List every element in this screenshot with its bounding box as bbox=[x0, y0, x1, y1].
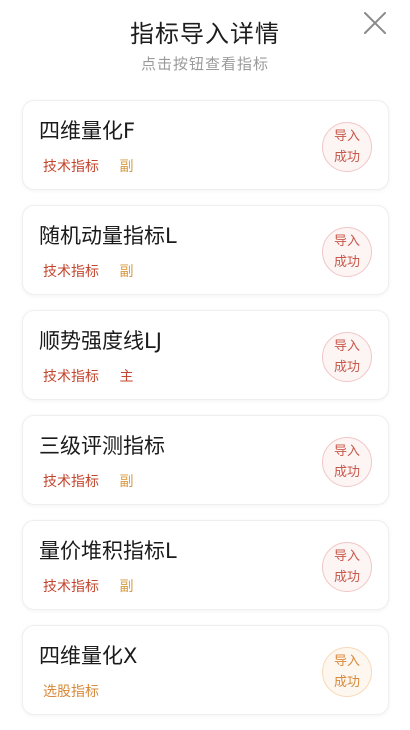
status-line-1: 导入 bbox=[333, 129, 360, 144]
indicator-type-tag: 技术指标 bbox=[43, 264, 99, 280]
indicator-list: 四维量化F 技术指标 副 导入 成功 随机动量指标L 技术指标 副 导入 成功 … bbox=[22, 100, 389, 730]
import-success-button[interactable]: 导入 成功 bbox=[322, 647, 372, 697]
indicator-type-tag: 技术指标 bbox=[43, 474, 99, 490]
indicator-card[interactable]: 随机动量指标L 技术指标 副 导入 成功 bbox=[22, 205, 389, 295]
indicator-type-tag: 技术指标 bbox=[43, 159, 99, 175]
status-line-1: 导入 bbox=[333, 339, 360, 354]
import-success-button[interactable]: 导入 成功 bbox=[322, 542, 372, 592]
page-title: 指标导入详情 bbox=[130, 20, 280, 48]
indicator-role-tag: 主 bbox=[119, 369, 134, 385]
indicator-card[interactable]: 四维量化F 技术指标 副 导入 成功 bbox=[22, 100, 389, 190]
indicator-card[interactable]: 四维量化X 选股指标 导入 成功 bbox=[22, 625, 389, 715]
status-line-1: 导入 bbox=[333, 654, 360, 669]
import-success-button[interactable]: 导入 成功 bbox=[322, 437, 372, 487]
indicator-tags: 技术指标 副 bbox=[43, 156, 133, 176]
import-success-button[interactable]: 导入 成功 bbox=[322, 227, 372, 277]
status-line-1: 导入 bbox=[333, 549, 360, 564]
indicator-role-tag: 副 bbox=[119, 159, 134, 175]
status-line-1: 导入 bbox=[333, 234, 360, 249]
indicator-card[interactable]: 量价堆积指标L 技术指标 副 导入 成功 bbox=[22, 520, 389, 610]
status-line-2: 成功 bbox=[333, 465, 360, 480]
indicator-card[interactable]: 顺势强度线LJ 技术指标 主 导入 成功 bbox=[22, 310, 389, 400]
indicator-name: 量价堆积指标L bbox=[39, 539, 177, 563]
status-line-2: 成功 bbox=[333, 150, 360, 165]
indicator-tags: 技术指标 主 bbox=[43, 366, 133, 386]
indicator-role-tag: 副 bbox=[119, 579, 134, 595]
indicator-role-tag: 副 bbox=[119, 264, 134, 280]
status-line-2: 成功 bbox=[333, 360, 360, 375]
indicator-card[interactable]: 三级评测指标 技术指标 副 导入 成功 bbox=[22, 415, 389, 505]
import-success-button[interactable]: 导入 成功 bbox=[322, 332, 372, 382]
indicator-role-tag: 副 bbox=[119, 474, 134, 490]
indicator-name: 三级评测指标 bbox=[39, 434, 165, 458]
close-button[interactable] bbox=[362, 10, 388, 36]
indicator-tags: 技术指标 副 bbox=[43, 576, 133, 596]
indicator-type-tag: 技术指标 bbox=[43, 369, 99, 385]
indicator-name: 四维量化F bbox=[39, 119, 136, 143]
indicator-tags: 技术指标 副 bbox=[43, 261, 133, 281]
status-line-2: 成功 bbox=[333, 255, 360, 270]
close-icon bbox=[364, 12, 386, 34]
dialog-header: 指标导入详情 点击按钮查看指标 bbox=[0, 0, 410, 90]
indicator-name: 随机动量指标L bbox=[39, 224, 177, 248]
indicator-type-tag: 选股指标 bbox=[43, 684, 99, 700]
page-subtitle: 点击按钮查看指标 bbox=[140, 55, 269, 73]
indicator-name: 顺势强度线LJ bbox=[39, 329, 162, 353]
status-line-2: 成功 bbox=[333, 675, 360, 690]
indicator-name: 四维量化X bbox=[39, 644, 138, 668]
indicator-tags: 选股指标 bbox=[43, 681, 99, 701]
status-line-2: 成功 bbox=[333, 570, 360, 585]
import-success-button[interactable]: 导入 成功 bbox=[322, 122, 372, 172]
indicator-tags: 技术指标 副 bbox=[43, 471, 133, 491]
indicator-type-tag: 技术指标 bbox=[43, 579, 99, 595]
status-line-1: 导入 bbox=[333, 444, 360, 459]
